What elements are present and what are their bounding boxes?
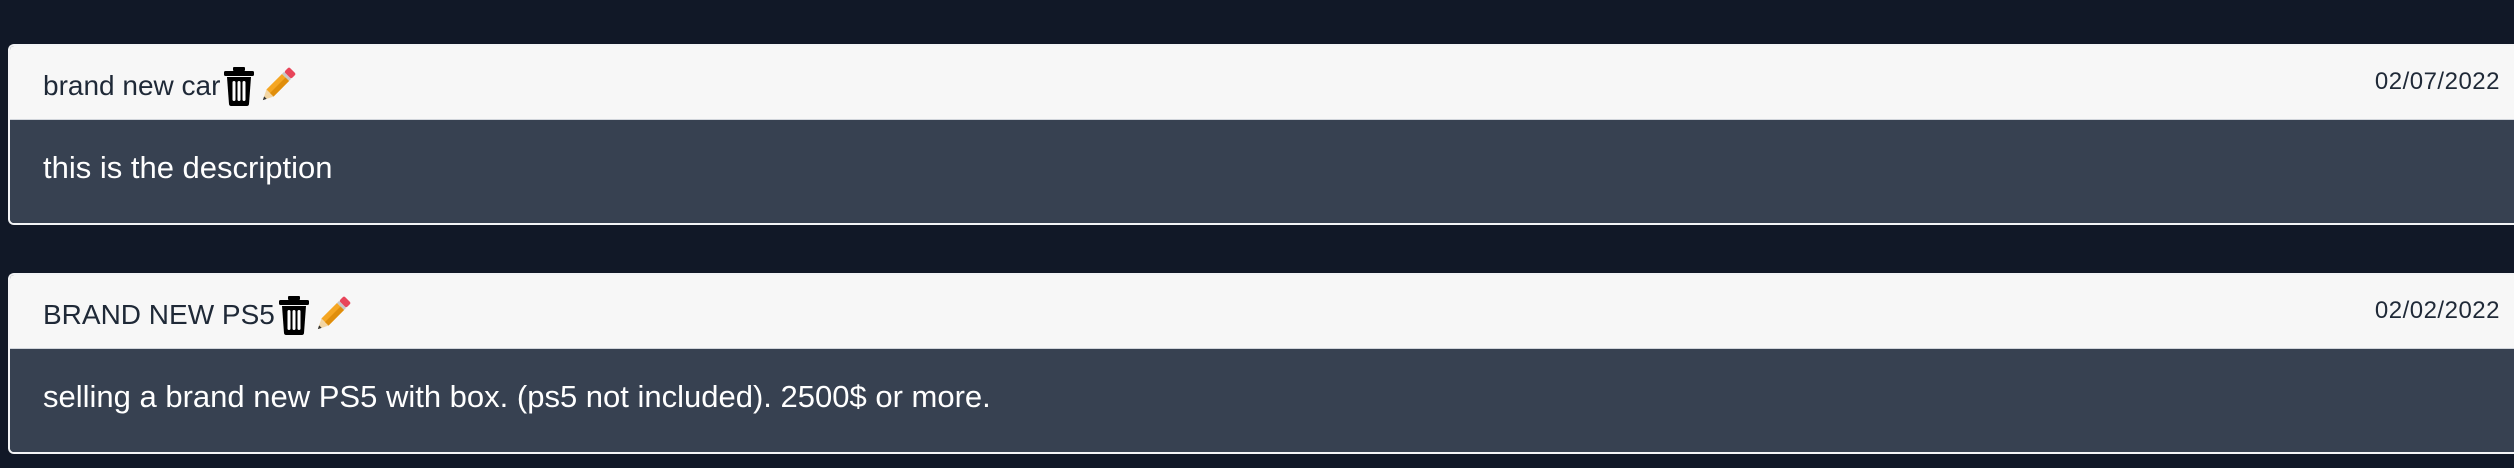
listing-title: BRAND NEW PS5 [43, 299, 275, 330]
listing-date: 02/07/2022 [2374, 68, 2500, 95]
listing-card: brand new car 02/07/2022 this is the des… [8, 44, 2514, 225]
listing-date: 02/02/2022 [2374, 297, 2500, 324]
listing-list: brand new car 02/07/2022 this is the des… [0, 0, 2514, 468]
listing-description: selling a brand new PS5 with box. (ps5 n… [43, 379, 991, 414]
listing-title-row: BRAND NEW PS5 [43, 294, 351, 336]
listing-title: brand new car [43, 70, 221, 101]
listing-card-header: brand new car 02/07/2022 [10, 46, 2514, 120]
listing-card-body: selling a brand new PS5 with box. (ps5 n… [10, 349, 2514, 452]
listing-description: this is the description [43, 150, 333, 185]
pencil-icon[interactable] [258, 65, 296, 107]
listing-card-header: BRAND NEW PS5 02/02/2022 [10, 275, 2514, 349]
trash-icon[interactable] [220, 65, 258, 107]
pencil-icon[interactable] [313, 294, 351, 336]
listing-card-body: this is the description [10, 120, 2514, 223]
listing-title-row: brand new car [43, 65, 296, 107]
listing-card: BRAND NEW PS5 02/02/2022 selling a brand… [8, 273, 2514, 454]
trash-icon[interactable] [275, 294, 313, 336]
